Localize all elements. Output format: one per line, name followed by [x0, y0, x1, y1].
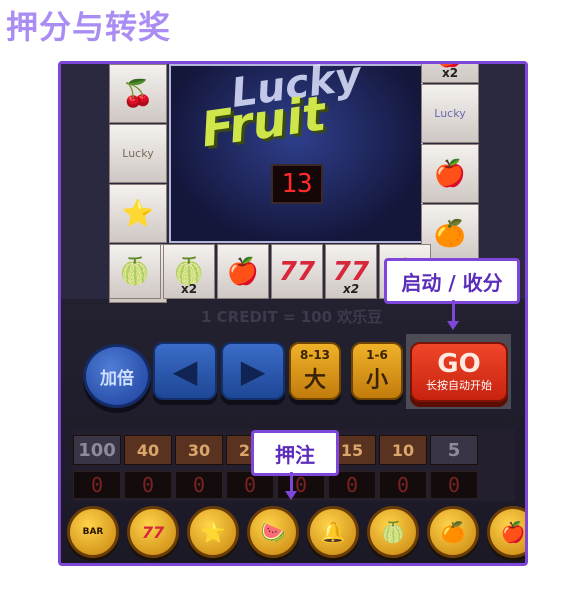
bet-lime-button[interactable]: 🍈: [367, 506, 419, 558]
bet-seven-button[interactable]: 77: [127, 506, 179, 558]
seven-icon: 77: [278, 256, 316, 287]
payout-left-value: 100: [73, 435, 121, 465]
right-arrow-button[interactable]: ▶: [221, 342, 285, 400]
apple-icon: 🍎: [500, 520, 526, 544]
payout-cell: 40: [124, 435, 172, 465]
lucky-symbol: Lucky: [122, 147, 154, 160]
multiplier-label: x2: [342, 282, 360, 296]
reel-cell: 77 x2: [325, 244, 377, 299]
arrow-left-icon: ◀: [172, 352, 198, 390]
bet-star-button[interactable]: ⭐: [187, 506, 239, 558]
callout-arrow: [285, 472, 297, 500]
go-button[interactable]: GO 长按自动开始: [410, 342, 508, 402]
big-range-label: 8-13: [299, 348, 331, 362]
bet-watermelon-button[interactable]: 🍉: [247, 506, 299, 558]
reel-cell: 🍎: [217, 244, 269, 299]
lime-icon: 🍈: [380, 520, 406, 544]
cherry-icon: 🍒: [121, 78, 155, 109]
bet-digit: 0: [124, 471, 172, 499]
multiplier-label: x2: [180, 282, 198, 296]
credit-rate-label: 1 CREDIT = 100 欢乐豆: [201, 308, 383, 326]
reel-cell: 77: [271, 244, 323, 299]
small-range-label: 1-6: [366, 348, 388, 362]
bet-digit: 0: [379, 471, 427, 499]
reel-cell: Lucky: [421, 84, 479, 143]
reel-cell: 🍎: [421, 144, 479, 203]
go-label: GO: [437, 349, 481, 379]
right-reel-column: 🍎x2 Lucky 🍎 🍊: [421, 64, 479, 264]
payout-right-value: 5: [430, 435, 478, 465]
double-button[interactable]: 加倍: [83, 344, 151, 408]
arrow-right-icon: ▶: [240, 352, 266, 390]
bell-icon: 🔔: [320, 520, 346, 544]
bet-callout: 押注: [251, 430, 339, 476]
bet-icon-row: BAR 77 ⭐ 🍉 🔔 🍈 🍊 🍎: [67, 506, 526, 558]
bet-digit: 0: [430, 471, 478, 499]
apple-icon: 🍎: [226, 256, 260, 287]
big-label: 大: [303, 368, 326, 393]
star-icon: ⭐: [121, 198, 155, 229]
center-board: Lucky Fruit 13: [169, 64, 423, 243]
fruit-logo: Fruit: [197, 85, 330, 159]
callout-arrow: [447, 300, 459, 330]
small-label: 小: [365, 368, 388, 393]
payout-cell: 30: [175, 435, 223, 465]
page-title: 押分与转奖: [6, 8, 172, 46]
star-icon: ⭐: [200, 520, 226, 544]
lime-icon: 🍈: [118, 256, 152, 287]
bet-apple-button[interactable]: 🍎: [487, 506, 526, 558]
multiplier-label: x2: [441, 66, 459, 80]
lucky-symbol: Lucky: [434, 107, 466, 120]
reel-cell: 🍒: [109, 64, 167, 123]
reel-cell: 🍎x2: [421, 64, 479, 83]
bet-digit: 0: [175, 471, 223, 499]
bet-bell-button[interactable]: 🔔: [307, 506, 359, 558]
bet-bar-button[interactable]: BAR: [67, 506, 119, 558]
reel-cell: ⭐: [109, 184, 167, 243]
left-arrow-button[interactable]: ◀: [153, 342, 217, 400]
big-bet-button[interactable]: 8-13 大: [289, 342, 341, 400]
bet-orange-button[interactable]: 🍊: [427, 506, 479, 558]
seven-icon: 77: [141, 522, 165, 542]
reel-cell: Lucky: [109, 124, 167, 183]
reel-cell: 🍈 x2: [163, 244, 215, 299]
go-sublabel: 长按自动开始: [426, 379, 492, 392]
orange-icon: 🍊: [440, 520, 466, 544]
payout-cell: 10: [379, 435, 427, 465]
bet-digit: 0: [73, 471, 121, 499]
apple-icon: 🍎: [433, 158, 467, 189]
start-collect-callout: 启动 / 收分: [384, 258, 520, 304]
bar-icon: BAR: [82, 527, 104, 537]
center-led-display: 13: [271, 164, 323, 204]
go-button-highlight: GO 长按自动开始: [406, 334, 511, 409]
watermelon-icon: 🍉: [260, 520, 286, 544]
small-bet-button[interactable]: 1-6 小: [351, 342, 403, 400]
reel-cell: 🍈: [109, 244, 161, 299]
